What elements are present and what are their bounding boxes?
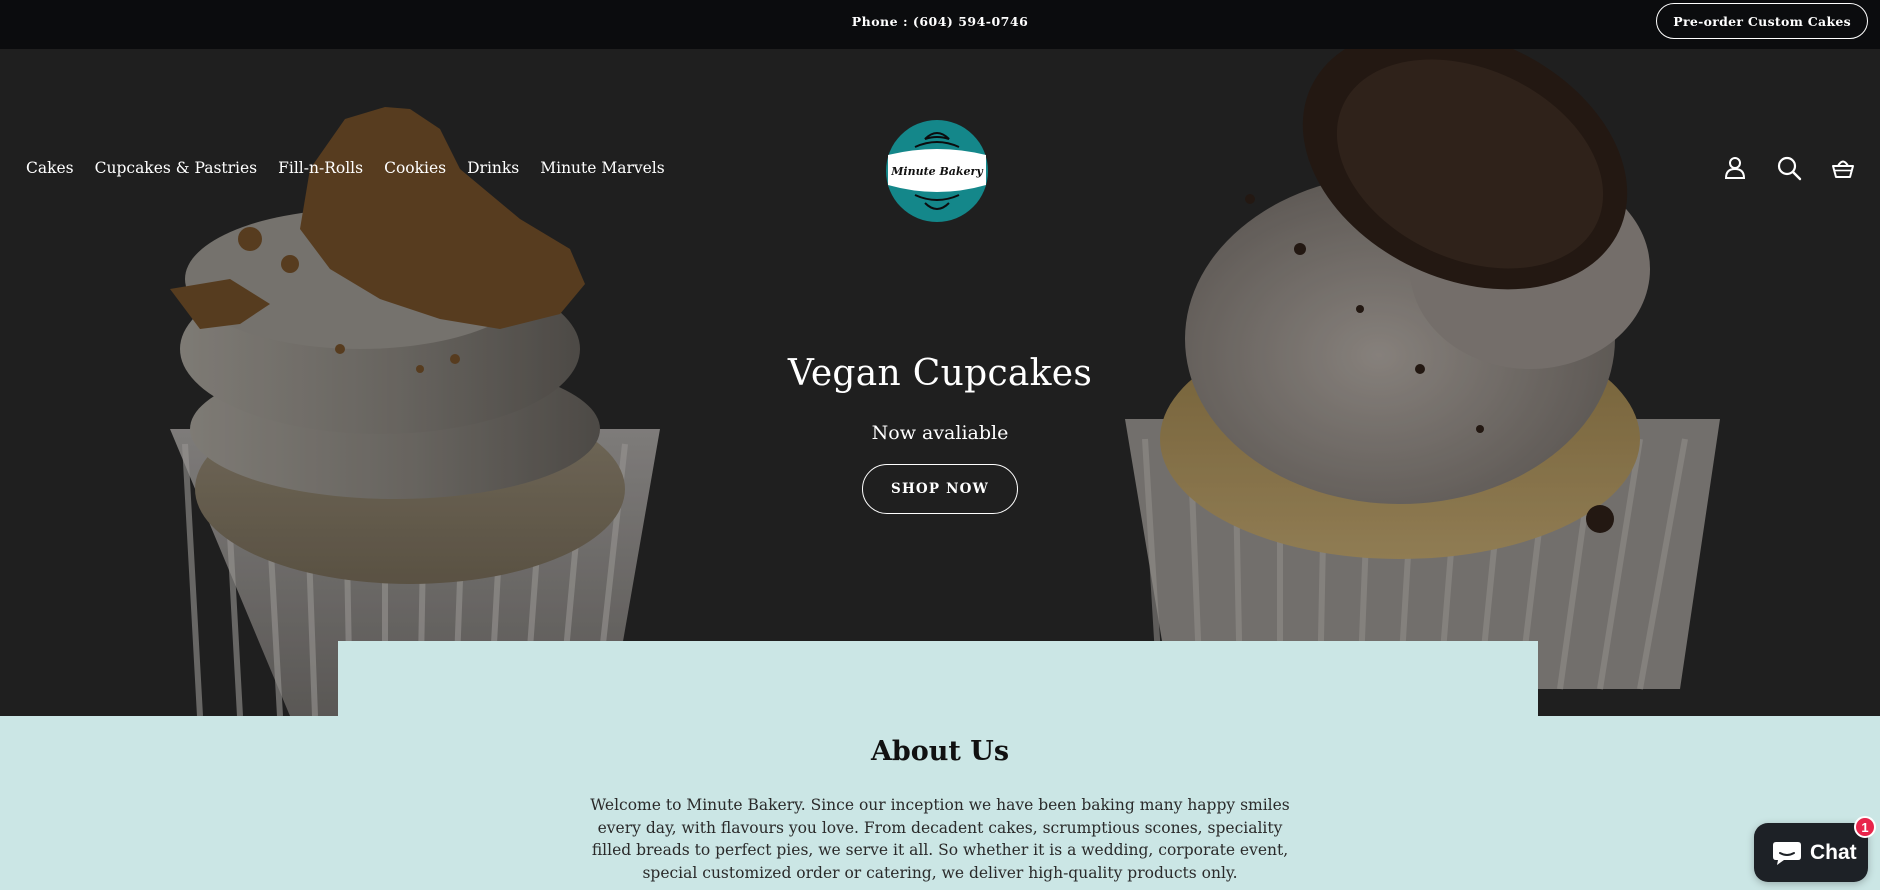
- search-icon[interactable]: [1776, 155, 1802, 181]
- phone-number: Phone : (604) 594-0746: [851, 14, 1029, 29]
- nav-drinks[interactable]: Drinks: [467, 159, 519, 177]
- main-nav: Cakes Cupcakes & Pastries Fill-n-Rolls C…: [26, 159, 665, 177]
- nav-cakes[interactable]: Cakes: [26, 159, 74, 177]
- header-icons: [1722, 155, 1856, 181]
- about-title: About Us: [870, 736, 1010, 767]
- about-panel-top: [338, 641, 1538, 721]
- chat-label: Chat: [1810, 840, 1857, 864]
- shop-now-button[interactable]: SHOP NOW: [862, 464, 1018, 514]
- account-icon[interactable]: [1722, 155, 1748, 181]
- nav-cupcakes-pastries[interactable]: Cupcakes & Pastries: [95, 159, 258, 177]
- chat-notification-badge: 1: [1854, 816, 1876, 838]
- logo-text: Minute Bakery: [890, 165, 984, 178]
- cart-icon[interactable]: [1830, 155, 1856, 181]
- chat-button[interactable]: Chat 1: [1754, 816, 1876, 882]
- hero-title: Vegan Cupcakes: [787, 353, 1093, 394]
- nav-minute-marvels[interactable]: Minute Marvels: [540, 159, 664, 177]
- hero-banner: Cakes Cupcakes & Pastries Fill-n-Rolls C…: [0, 49, 1880, 716]
- chat-bubble-icon: [1773, 841, 1801, 865]
- nav-cookies[interactable]: Cookies: [384, 159, 446, 177]
- hero-subtitle: Now avaliable: [871, 422, 1009, 444]
- announcement-bar: Phone : (604) 594-0746 Pre-order Custom …: [0, 0, 1880, 49]
- about-section: About Us Welcome to Minute Bakery. Since…: [0, 716, 1880, 890]
- preorder-custom-cakes-button[interactable]: Pre-order Custom Cakes: [1656, 3, 1868, 39]
- hero-content: Vegan Cupcakes Now avaliable SHOP NOW: [0, 353, 1880, 514]
- minute-bakery-logo[interactable]: Minute Bakery: [885, 119, 989, 223]
- nav-fill-n-rolls[interactable]: Fill-n-Rolls: [278, 159, 363, 177]
- about-text: Welcome to Minute Bakery. Since our ince…: [590, 796, 1290, 882]
